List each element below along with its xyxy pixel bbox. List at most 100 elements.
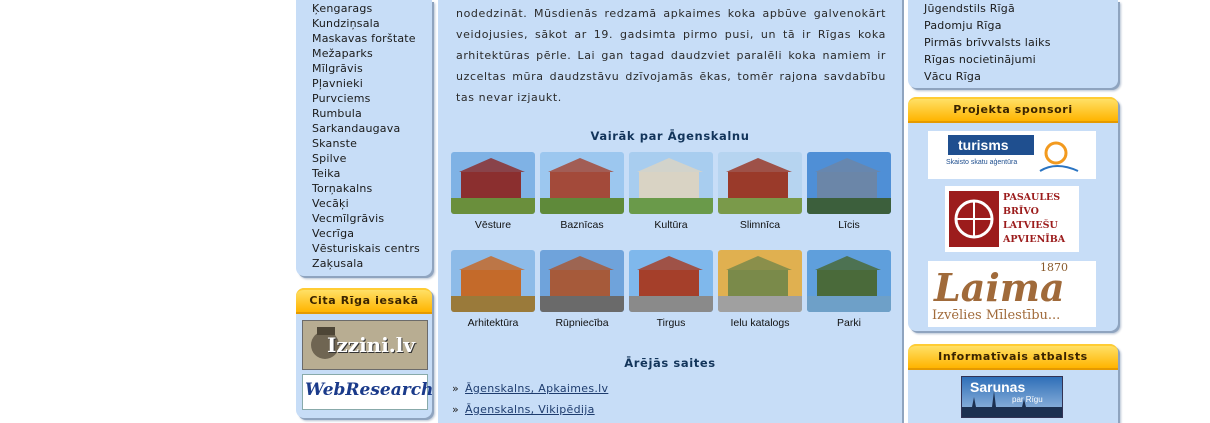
topic-list: Jūgendstils Rīgā Padomju Rīga Pirmās brīvv… <box>924 0 1051 85</box>
article-paragraph: nodedzināt. Mūsdienās redzamā apkaimes k… <box>456 7 886 104</box>
gallery-thumbnail[interactable] <box>540 250 624 312</box>
sponsor-laima[interactable]: 1870 Laima Izvēlies Mīlestību... <box>928 261 1096 327</box>
gallery-thumbnail[interactable] <box>807 152 891 214</box>
gallery-thumbnail[interactable] <box>451 152 535 214</box>
pbla-globe-icon <box>949 191 999 247</box>
district-link[interactable]: Maskavas forštate <box>312 32 416 45</box>
left-district-menu: Ķengarags Kundziņsala Maskavas forštate Mež… <box>296 0 432 276</box>
district-link[interactable]: Rumbula <box>312 107 362 120</box>
district-link[interactable]: Vecāķi <box>312 197 349 210</box>
district-link[interactable]: Sarkandaugava <box>312 122 400 135</box>
gallery-thumbnail[interactable] <box>629 152 713 214</box>
webresearch-banner[interactable]: WebResearch <box>302 374 433 410</box>
main-content: nodedzināt. Mūsdienās redzamā apkaimes k… <box>438 0 902 423</box>
turisms-logo-icon <box>948 135 1079 172</box>
district-item: Zaķusala <box>312 256 420 271</box>
laima-name: Laima <box>934 265 1065 310</box>
gallery-caption: Rūpniecība <box>555 317 609 329</box>
gallery-caption: Vēsture <box>474 219 512 231</box>
pbla-line-2: BRĪVO <box>1003 206 1039 217</box>
gallery-caption: Līcis <box>838 219 860 231</box>
external-link-item: » Āgenskalns, Vikipēdija <box>452 399 608 420</box>
topic-link[interactable]: Padomju Rīga <box>924 19 1002 32</box>
district-item: Sarkandaugava <box>312 121 420 136</box>
sponsors-panel: Projekta sponsori turisms Skaisto skatu … <box>908 97 1118 331</box>
district-item: Maskavas forštate <box>312 31 420 46</box>
external-link[interactable]: Āgenskalns, Vikipēdija <box>465 403 595 416</box>
gallery-thumbnail[interactable] <box>540 152 624 214</box>
district-link[interactable]: Skanste <box>312 137 357 150</box>
gallery-item[interactable]: Slimnīca <box>718 152 802 231</box>
bullet-icon: » <box>452 382 460 395</box>
topic-item: Pirmās brīvvalsts laiks <box>924 34 1051 51</box>
laima-tagline: Izvēlies Mīlestību... <box>932 308 1061 323</box>
district-item: Teika <box>312 166 420 181</box>
district-link[interactable]: Vēsturiskais centrs <box>312 242 420 255</box>
izzini-label: Izzini.lv <box>327 333 415 357</box>
topic-item: Rīgas nocietinājumi <box>924 51 1051 68</box>
topic-link[interactable]: Rīgas nocietinājumi <box>924 53 1036 66</box>
district-list: Ķengarags Kundziņsala Maskavas forštate Mež… <box>312 1 420 271</box>
bullet-icon: » <box>452 403 460 416</box>
topic-link[interactable]: Vācu Rīga <box>924 70 981 83</box>
district-item: Ķengarags <box>312 1 420 16</box>
district-item: Vecrīga <box>312 226 420 241</box>
gallery-thumbnail[interactable] <box>451 250 535 312</box>
district-link[interactable]: Purvciems <box>312 92 371 105</box>
gallery-item[interactable]: Vēsture <box>451 152 535 231</box>
gallery-item[interactable]: Līcis <box>807 152 891 231</box>
info-support-title: Informatīvais atbalsts <box>908 344 1118 370</box>
district-item: Vēsturiskais centrs <box>312 241 420 256</box>
sarunas-banner[interactable]: Sarunas par Rīgu <box>961 376 1063 418</box>
sponsors-title: Projekta sponsori <box>908 97 1118 123</box>
sarunas-line-2: par Rīgu <box>1012 395 1043 404</box>
info-support-panel: Informatīvais atbalsts Sarunas par Rīgu <box>908 344 1118 423</box>
external-link[interactable]: Āgenskalns, Apkaimes.lv <box>465 382 608 395</box>
district-link[interactable]: Vecmīlgrāvis <box>312 212 384 225</box>
gallery-thumbnail[interactable] <box>718 152 802 214</box>
gallery-caption: Slimnīca <box>739 219 781 231</box>
sarunas-line-1: Sarunas <box>970 379 1026 395</box>
district-link[interactable]: Torņakalns <box>312 182 373 195</box>
webresearch-label: WebResearch <box>305 380 434 400</box>
district-link[interactable]: Zaķusala <box>312 257 364 270</box>
topic-link[interactable]: Jūgendstils Rīgā <box>924 2 1015 15</box>
pbla-name: PASAULES BRĪVO LATVIEŠU APVIENĪBA <box>1003 191 1065 247</box>
gallery-caption: Parki <box>837 317 861 329</box>
gallery-item[interactable]: Kultūra <box>629 152 713 231</box>
district-link[interactable]: Ķengarags <box>312 2 372 15</box>
district-item: Purvciems <box>312 91 420 106</box>
district-item: Spilve <box>312 151 420 166</box>
sponsor-turisms[interactable]: turisms Skaisto skatu aģentūra <box>928 131 1096 179</box>
gallery-item[interactable]: Tirgus <box>629 250 713 329</box>
izzini-banner[interactable]: Izzini.lv <box>302 320 428 370</box>
district-item: Vecāķi <box>312 196 420 211</box>
topic-link[interactable]: Pirmās brīvvalsts laiks <box>924 36 1051 49</box>
district-item: Vecmīlgrāvis <box>312 211 420 226</box>
district-link[interactable]: Mežaparks <box>312 47 373 60</box>
gallery-item[interactable]: Ielu katalogs <box>718 250 802 329</box>
sponsor-pbla[interactable]: PASAULES BRĪVO LATVIEŠU APVIENĪBA <box>945 186 1079 252</box>
gallery-thumbnail[interactable] <box>718 250 802 312</box>
gallery-item[interactable]: Rūpniecība <box>540 250 624 329</box>
district-item: Skanste <box>312 136 420 151</box>
gallery-thumbnail[interactable] <box>629 250 713 312</box>
other-riga-title: Cita Rīga iesakā <box>296 288 432 314</box>
district-link[interactable]: Vecrīga <box>312 227 354 240</box>
gallery-thumbnail[interactable] <box>807 250 891 312</box>
gallery-item[interactable]: Arhitektūra <box>451 250 535 329</box>
topic-item: Jūgendstils Rīgā <box>924 0 1051 17</box>
pbla-line-4: APVIENĪBA <box>1003 234 1066 245</box>
district-item: Rumbula <box>312 106 420 121</box>
district-link[interactable]: Spilve <box>312 152 347 165</box>
district-link[interactable]: Mīlgrāvis <box>312 62 363 75</box>
district-link[interactable]: Teika <box>312 167 341 180</box>
gallery-caption: Kultūra <box>654 219 688 231</box>
pbla-line-3: LATVIEŠU <box>1003 220 1058 231</box>
pbla-line-1: PASAULES <box>1003 192 1061 203</box>
district-link[interactable]: Pļavnieki <box>312 77 363 90</box>
district-link[interactable]: Kundziņsala <box>312 17 380 30</box>
gallery-item[interactable]: Parki <box>807 250 891 329</box>
gallery-item[interactable]: Baznīcas <box>540 152 624 231</box>
right-topic-menu: Jūgendstils Rīgā Padomju Rīga Pirmās brīvv… <box>908 0 1118 88</box>
